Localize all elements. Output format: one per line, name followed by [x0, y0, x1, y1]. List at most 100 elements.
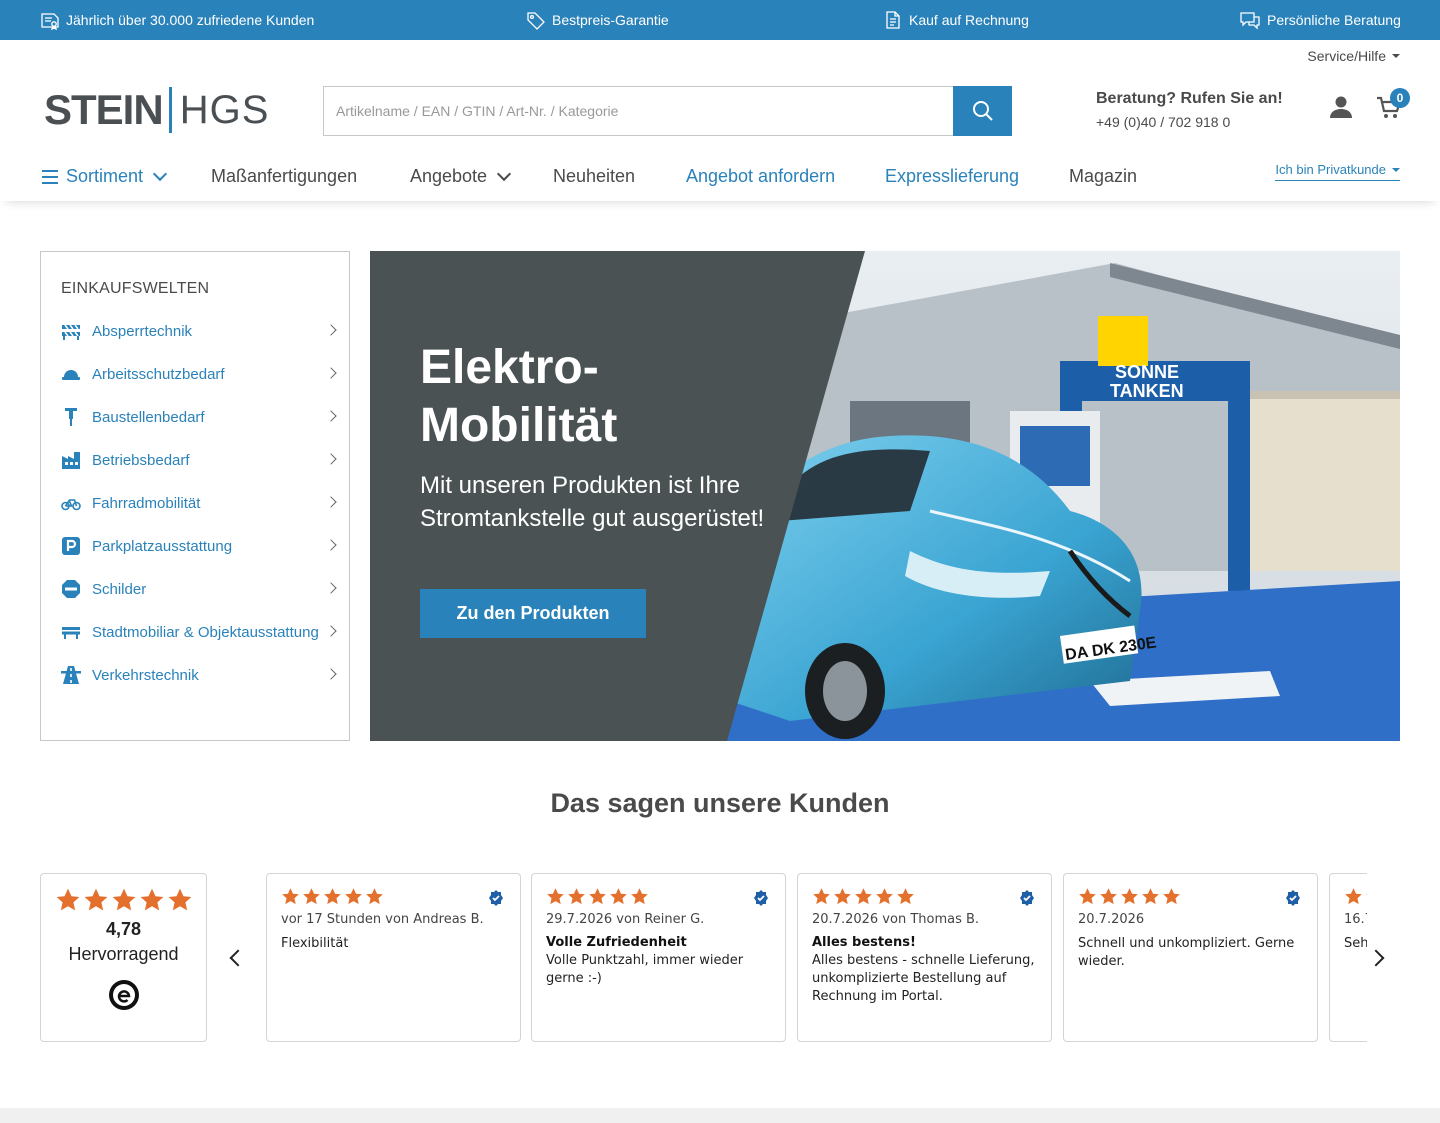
account-icon[interactable]: [1328, 94, 1354, 120]
review-text: Alles bestens - schnelle Lieferung, unko…: [812, 953, 1035, 1004]
star-icon: [56, 888, 79, 911]
star-icon: [813, 888, 830, 905]
star-icon: [324, 888, 341, 905]
sidebar-item-schilder[interactable]: Schilder: [61, 574, 341, 604]
chevron-right-icon: [325, 453, 337, 465]
star-icon: [112, 888, 135, 911]
verified-badge-icon: [1286, 890, 1300, 906]
sidebar-item-betriebsbedarf[interactable]: Betriebsbedarf: [61, 445, 341, 475]
star-icon: [1121, 888, 1138, 905]
review-card[interactable]: 16.7.2026 Sehr gut.Immer wieder: [1329, 873, 1367, 1042]
nav-expresslieferung[interactable]: Expresslieferung: [885, 166, 1019, 187]
hotline-phone[interactable]: +49 (0)40 / 702 918 0: [1096, 114, 1283, 130]
sidebar-title: EINKAUFSWELTEN: [61, 280, 210, 297]
sidebar-item-absperrtechnik[interactable]: Absperrtechnik: [61, 316, 341, 346]
usp-text: Jährlich über 30.000 zufriedene Kunden: [66, 12, 315, 28]
nav-label: Maßanfertigungen: [211, 166, 358, 186]
customer-type-label: Ich bin Privatkunde: [1275, 162, 1386, 177]
caret-down-icon: [1392, 54, 1400, 58]
nav-label: Neuheiten: [553, 166, 636, 186]
review-stars: [546, 887, 771, 906]
review-title: Alles bestens!: [812, 935, 916, 950]
star-icon: [568, 888, 585, 905]
star-icon: [855, 888, 872, 905]
chevron-right-icon: [325, 496, 337, 508]
sidebar-item-fahrradmobilitaet[interactable]: Fahrradmobilität: [61, 488, 341, 518]
nav-magazin[interactable]: Magazin: [1069, 166, 1137, 187]
review-text: Volle Punktzahl, immer wieder gerne :-): [546, 953, 744, 986]
chevron-right-icon: [325, 410, 337, 422]
reviews-prev-button[interactable]: [226, 945, 247, 971]
logo-text-stein: STEIN: [44, 86, 164, 133]
review-stars: [1078, 887, 1303, 906]
nav-sortiment-label: Sortiment: [66, 166, 144, 186]
sidebar-item-stadtmobiliar[interactable]: Stadtmobiliar & Objektausstattung: [61, 617, 341, 647]
hero-banner[interactable]: SONNE TANKEN DA DK 230E Elektro- Mobilitä…: [370, 251, 1400, 741]
service-help-menu[interactable]: Service/Hilfe: [1307, 48, 1400, 64]
star-icon: [1079, 888, 1096, 905]
logo-divider: [168, 87, 172, 133]
chevron-right-icon: [325, 582, 337, 594]
review-card[interactable]: 20.7.2026 Schnell und unkompliziert. Ger…: [1063, 873, 1318, 1042]
sidebar-item-arbeitsschutzbedarf[interactable]: Arbeitsschutzbedarf: [61, 359, 341, 389]
review-card[interactable]: 29.7.2026 von Reiner G. Volle Zufriedenh…: [531, 873, 786, 1042]
review-stars: [812, 887, 1037, 906]
service-help-label: Service/Hilfe: [1307, 48, 1386, 64]
nav-neuheiten[interactable]: Neuheiten: [553, 166, 635, 187]
highway-icon: [61, 666, 81, 684]
sidebar-item-label: Verkehrstechnik: [92, 666, 199, 684]
search-input[interactable]: [323, 86, 953, 136]
logo[interactable]: STEIN HGS: [44, 86, 269, 134]
star-icon: [1163, 888, 1180, 905]
cart-count-badge: 0: [1390, 88, 1410, 108]
sidebar-item-label: Baustellenbedarf: [92, 408, 205, 426]
chevron-right-icon: [325, 367, 337, 379]
sidebar-item-label: Betriebsbedarf: [92, 451, 190, 469]
menu-icon: [42, 169, 58, 184]
nav-label: Angebot anfordern: [686, 166, 836, 186]
nav-label: Angebote: [410, 166, 488, 186]
usp-consulting: Persönliche Beratung: [1239, 0, 1401, 40]
nav-angebot-anfordern[interactable]: Angebot anfordern: [686, 166, 835, 187]
nav-massanfertigungen[interactable]: Maßanfertigungen: [211, 166, 357, 187]
reviews-next-button[interactable]: [1367, 945, 1388, 971]
usp-text: Persönliche Beratung: [1267, 12, 1401, 28]
invoice-icon: [886, 11, 900, 29]
sidebar-item-parkplatzausstattung[interactable]: Parkplatzausstattung: [61, 531, 341, 561]
review-card[interactable]: vor 17 Stunden von Andreas B. Flexibilit…: [266, 873, 521, 1042]
nav-label: Expresslieferung: [885, 166, 1020, 186]
price-tag-icon: [527, 12, 545, 30]
nav-sortiment[interactable]: Sortiment: [42, 166, 168, 187]
star-icon: [1142, 888, 1159, 905]
chat-icon: [1240, 12, 1260, 30]
caret-down-icon: [1392, 167, 1400, 172]
chevron-right-icon: [1367, 949, 1385, 967]
hero-title-line1: Elektro-: [420, 341, 599, 394]
summary-label: Hervorragend: [68, 944, 179, 964]
star-icon: [876, 888, 893, 905]
usp-text: Bestpreis-Garantie: [552, 12, 669, 28]
usp-invoice: Kauf auf Rechnung: [883, 0, 1029, 40]
customer-type-select[interactable]: Ich bin Privatkunde: [1275, 162, 1400, 181]
search-button[interactable]: [953, 86, 1012, 136]
sidebar-item-verkehrstechnik[interactable]: Verkehrstechnik: [61, 660, 341, 690]
hero-cta-button[interactable]: Zu den Produkten: [420, 589, 646, 638]
hotline: Beratung? Rufen Sie an! +49 (0)40 / 702 …: [1096, 90, 1283, 130]
verified-badge-icon: [1020, 890, 1034, 906]
bicycle-icon: [61, 499, 81, 511]
barrier-icon: [62, 324, 80, 340]
star-icon: [1100, 888, 1117, 905]
nav-angebote[interactable]: Angebote: [410, 166, 512, 187]
verified-badge-icon: [754, 890, 768, 906]
review-summary[interactable]: 4,78 Hervorragend: [40, 873, 207, 1042]
star-icon: [140, 888, 163, 911]
chevron-right-icon: [325, 539, 337, 551]
sidebar-item-label: Arbeitsschutzbedarf: [92, 365, 225, 383]
review-stars: [281, 887, 506, 906]
sidebar-item-baustellenbedarf[interactable]: Baustellenbedarf: [61, 402, 341, 432]
hero-subtitle: Mit unseren Produkten ist Ihre Stromtank…: [420, 472, 765, 532]
review-card[interactable]: 20.7.2026 von Thomas B. Alles bestens! A…: [797, 873, 1052, 1042]
category-sidebar: EINKAUFSWELTEN Absperrtechnik Arbeitssch…: [40, 251, 350, 741]
hero-title-line2: Mobilität: [420, 399, 618, 452]
star-icon: [168, 888, 191, 911]
